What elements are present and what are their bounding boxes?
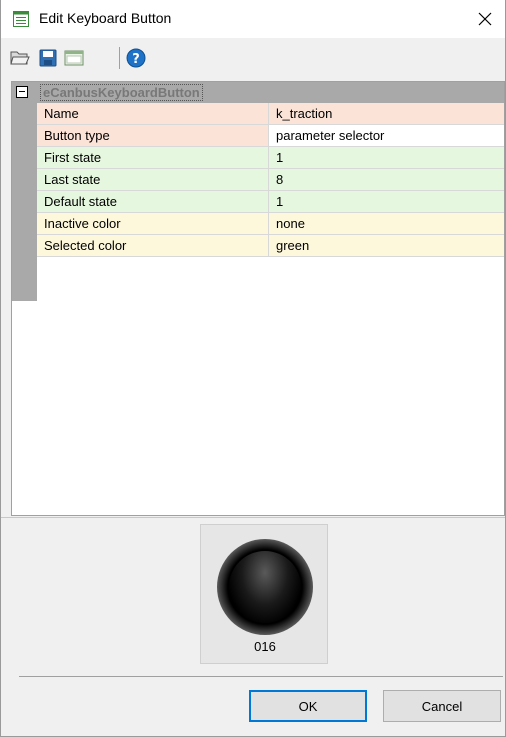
toolbar-separator: [119, 47, 120, 69]
window-list-icon: [13, 11, 29, 27]
property-name: Inactive color: [37, 213, 269, 234]
property-name: First state: [37, 147, 269, 168]
close-button[interactable]: [465, 0, 505, 38]
close-icon: [478, 12, 492, 26]
help-button[interactable]: ?: [125, 47, 147, 69]
collapse-toggle-icon[interactable]: [16, 86, 28, 98]
property-name: Selected color: [37, 235, 269, 256]
property-name: Button type: [37, 125, 269, 146]
property-value[interactable]: k_traction: [269, 103, 504, 124]
property-value[interactable]: 1: [269, 191, 504, 212]
open-button[interactable]: [9, 47, 31, 69]
category-row[interactable]: eCanbusKeyboardButton: [12, 82, 504, 103]
save-button[interactable]: [37, 47, 59, 69]
property-row-inactive-color[interactable]: Inactive color none: [37, 213, 504, 235]
footer-divider: [19, 676, 503, 677]
button-preview: 016: [200, 524, 328, 664]
category-label: eCanbusKeyboardButton: [40, 84, 203, 101]
property-value[interactable]: 8: [269, 169, 504, 190]
open-folder-icon: [10, 51, 30, 65]
property-name: Name: [37, 103, 269, 124]
property-value[interactable]: parameter selector: [269, 125, 504, 146]
edit-keyboard-button-dialog: Edit Keyboard Button ? eCanbusKeyboardBu…: [0, 0, 506, 737]
property-row-selected-color[interactable]: Selected color green: [37, 235, 504, 257]
cancel-button[interactable]: Cancel: [383, 690, 501, 722]
grid-gutter: [12, 82, 37, 301]
window-button[interactable]: [63, 47, 85, 69]
property-row-name[interactable]: Name k_traction: [37, 103, 504, 125]
property-value[interactable]: 1: [269, 147, 504, 168]
preview-label: 016: [254, 639, 276, 654]
round-button-image: [217, 539, 313, 635]
property-value[interactable]: none: [269, 213, 504, 234]
ok-button[interactable]: OK: [249, 690, 367, 722]
property-grid[interactable]: eCanbusKeyboardButton Name k_traction Bu…: [11, 81, 505, 516]
property-name: Default state: [37, 191, 269, 212]
toolbar: ?: [1, 38, 505, 76]
window-icon: [64, 50, 84, 66]
svg-text:?: ?: [132, 52, 140, 67]
help-icon: ?: [126, 48, 146, 68]
window-title: Edit Keyboard Button: [39, 10, 172, 26]
save-icon: [39, 49, 57, 67]
property-value[interactable]: green: [269, 235, 504, 256]
property-row-last-state[interactable]: Last state 8: [37, 169, 504, 191]
property-name: Last state: [37, 169, 269, 190]
title-bar: Edit Keyboard Button: [1, 0, 505, 38]
property-row-default-state[interactable]: Default state 1: [37, 191, 504, 213]
panel-divider: [1, 517, 505, 518]
property-row-first-state[interactable]: First state 1: [37, 147, 504, 169]
property-row-button-type[interactable]: Button type parameter selector: [37, 125, 504, 147]
